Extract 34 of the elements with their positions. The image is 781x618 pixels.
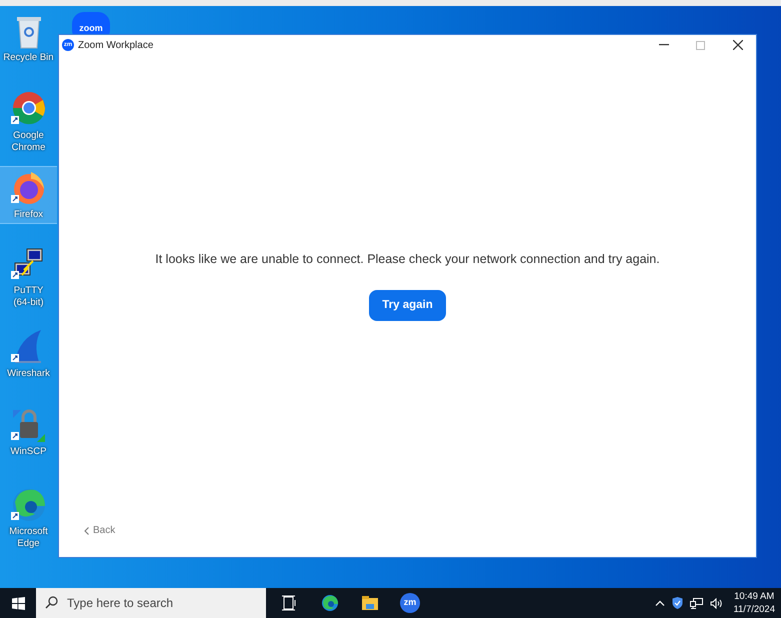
error-message: It looks like we are unable to connect. Please check your network connection and try again.: [155, 251, 660, 268]
icon-label: Google Chrome: [10, 130, 46, 154]
search-icon: [45, 596, 58, 609]
desktop-icon[interactable]: PuTTY (64-bit): [0, 243, 57, 311]
back-link[interactable]: Back: [84, 523, 116, 538]
clock[interactable]: 10:49 AM 11/7/2024: [733, 590, 775, 616]
close-icon: [732, 40, 742, 50]
desktop-icon[interactable]: Google Chrome: [0, 88, 57, 156]
icon-label: PuTTY (64-bit): [12, 285, 45, 309]
minimize-icon: [658, 44, 668, 46]
icon-label: Microsoft Edge: [8, 526, 49, 550]
desktop-icon[interactable]: Microsoft Edge: [0, 484, 57, 552]
icon-label: Recycle Bin: [2, 52, 55, 64]
speaker-icon[interactable]: [710, 598, 724, 608]
window-title: Zoom Workplace: [78, 38, 154, 52]
chevron-up-icon[interactable]: [655, 600, 666, 606]
icon-label: WinSCP: [10, 446, 48, 458]
icon-label: Wireshark: [6, 368, 51, 380]
try-again-button[interactable]: Try again: [369, 290, 446, 321]
taskbar-app-button[interactable]: zm: [390, 588, 430, 618]
network-icon[interactable]: [690, 598, 704, 608]
desktop-icon[interactable]: Firefox: [0, 166, 57, 224]
shield-icon[interactable]: [672, 597, 684, 609]
desktop-icon[interactable]: Wireshark: [0, 326, 57, 382]
maximize-icon: [696, 40, 705, 50]
zoom-logo: zoom: [79, 22, 103, 35]
desktop-icon[interactable]: Recycle Bin: [0, 10, 57, 66]
explorer-icon: [361, 594, 379, 612]
icon-label: Firefox: [12, 209, 44, 221]
windows-logo-icon: [12, 596, 24, 610]
edge-icon: [321, 594, 339, 612]
desktop-icon[interactable]: WinSCP: [0, 404, 57, 460]
search-field[interactable]: Type here to search: [36, 588, 266, 618]
chevron-left-icon: [84, 526, 89, 534]
